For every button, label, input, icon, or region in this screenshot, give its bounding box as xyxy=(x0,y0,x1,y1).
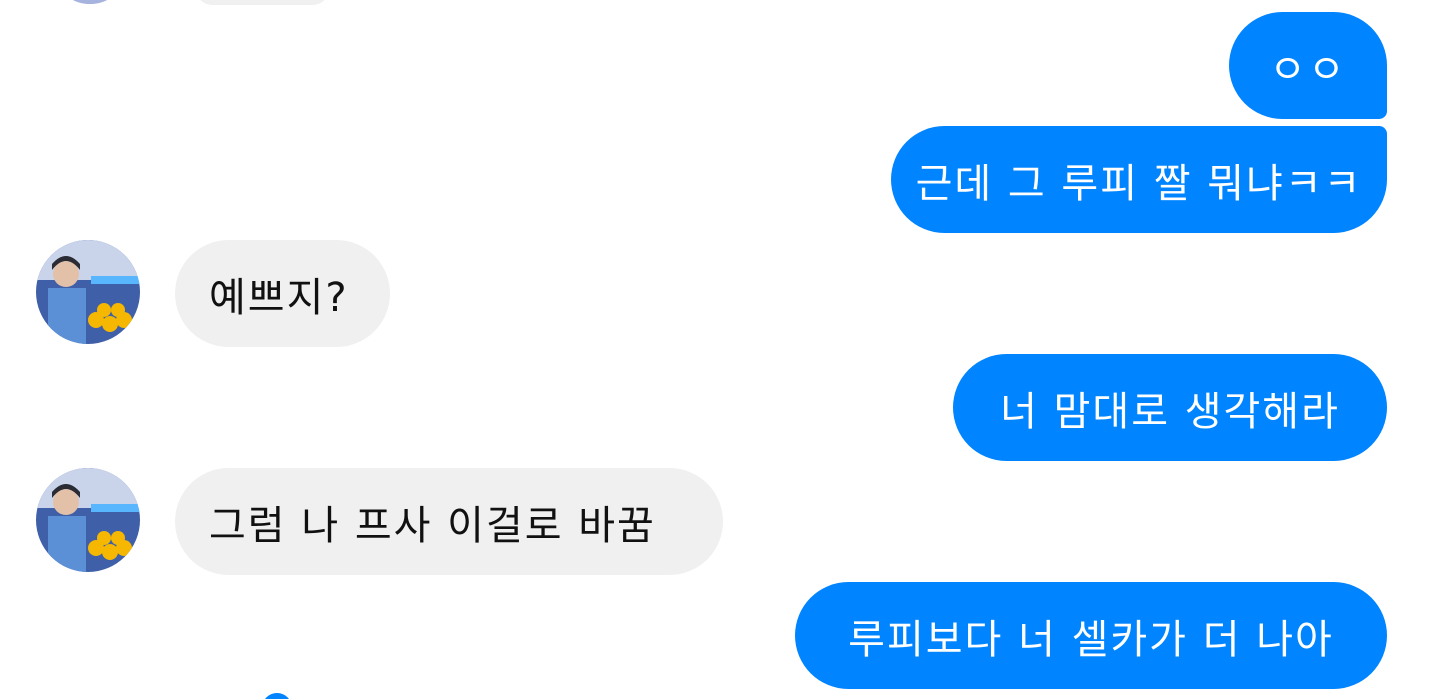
received-message-bubble[interactable]: 그럼 나 프사 이걸로 바꿈 xyxy=(175,468,723,575)
message-text: 근데 그 루피 짤 뭐냐ㅋㅋ xyxy=(915,160,1363,207)
contact-avatar[interactable] xyxy=(36,240,140,344)
message-text: 그럼 나 프사 이걸로 바꿈 xyxy=(209,502,656,549)
sent-message-bubble[interactable]: 근데 그 루피 짤 뭐냐ㅋㅋ xyxy=(891,126,1387,233)
avatar-photo-icon xyxy=(36,468,140,572)
message-text: 너 맘대로 생각해라 xyxy=(1000,388,1340,435)
chat-thread: ㅇㅇ 근데 그 루피 짤 뭐냐ㅋㅋ 예쁘지? 너 맘대로 생각해라 그럼 나 프… xyxy=(0,0,1440,699)
received-bubble-partial xyxy=(195,0,330,5)
message-text: 예쁘지? xyxy=(209,274,349,321)
message-text: ㅇㅇ xyxy=(1269,46,1347,93)
sent-message-bubble[interactable]: ㅇㅇ xyxy=(1229,12,1387,119)
contact-avatar[interactable] xyxy=(36,468,140,572)
message-text: 루피보다 너 셀카가 더 나아 xyxy=(848,616,1334,663)
sent-message-bubble[interactable]: 루피보다 너 셀카가 더 나아 xyxy=(795,582,1387,689)
sent-message-bubble[interactable]: 너 맘대로 생각해라 xyxy=(953,354,1387,461)
avatar-photo-icon xyxy=(36,240,140,344)
received-message-bubble[interactable]: 예쁘지? xyxy=(175,240,390,347)
avatar-partial xyxy=(60,0,120,4)
read-receipt-icon xyxy=(262,693,292,699)
